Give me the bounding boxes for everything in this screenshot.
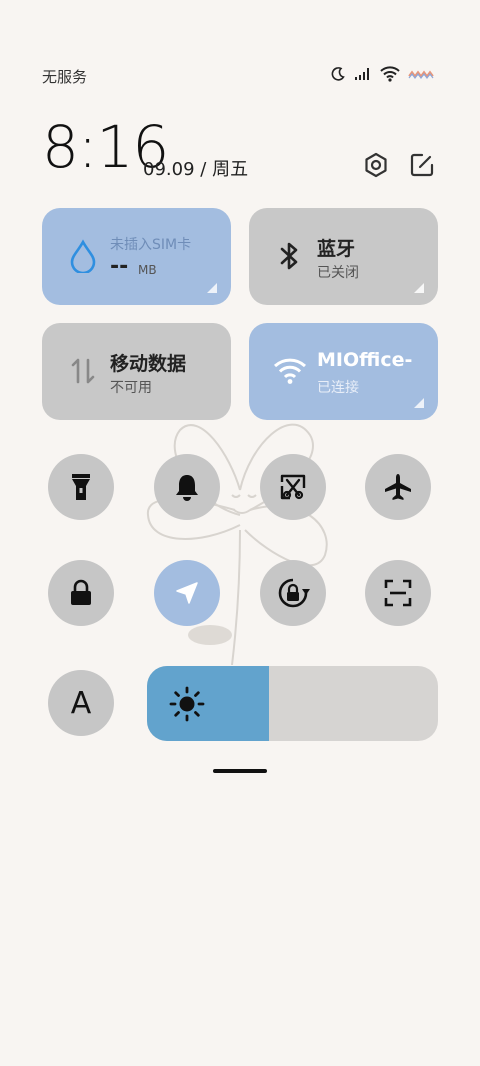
- settings-icon: [365, 152, 387, 178]
- signal-icon: [354, 67, 372, 81]
- airplane-mode-toggle[interactable]: [365, 454, 431, 520]
- mobile-data-tile[interactable]: 移动数据 不可用: [42, 323, 231, 420]
- bluetooth-title: 蓝牙: [317, 238, 356, 260]
- drawer-handle[interactable]: [213, 769, 267, 773]
- data-usage-tile[interactable]: 未插入SIM卡 -- MB: [42, 208, 231, 305]
- status-icons: [330, 66, 434, 82]
- lock-screen-toggle[interactable]: [48, 560, 114, 626]
- flashlight-toggle[interactable]: [48, 454, 114, 520]
- wifi-network-name: MIOffice-: [317, 349, 413, 371]
- expand-corner-icon: [414, 398, 424, 408]
- expand-corner-icon: [414, 283, 424, 293]
- brightness-fill: [147, 666, 270, 741]
- water-drop-icon: [66, 238, 100, 274]
- wifi-icon: [273, 353, 307, 389]
- data-arrows-icon: [66, 353, 100, 389]
- bluetooth-icon: [273, 238, 307, 274]
- wifi-status: 已连接: [317, 380, 359, 396]
- location-toggle[interactable]: [154, 560, 220, 626]
- font-button-label: A: [70, 685, 92, 721]
- carrier-label: 无服务: [42, 68, 88, 86]
- date-separator: /: [200, 159, 207, 180]
- expand-corner-icon: [207, 283, 217, 293]
- mobile-data-title: 移动数据: [110, 353, 187, 375]
- screenshot-toggle[interactable]: [260, 454, 326, 520]
- wifi-tile[interactable]: MIOffice- 已连接: [249, 323, 438, 420]
- moon-icon: [330, 66, 346, 82]
- screenshot-icon: [280, 474, 306, 500]
- settings-button[interactable]: [359, 148, 393, 182]
- edit-icon: [410, 153, 434, 177]
- lock-icon: [71, 579, 91, 605]
- scan-icon: [384, 579, 412, 607]
- date-label: 09.09: [143, 159, 195, 180]
- mobile-data-status: 不可用: [110, 380, 152, 396]
- brightness-slider[interactable]: [147, 666, 438, 741]
- data-usage-value: --: [110, 254, 129, 279]
- date-line: 09.09 / 周五: [143, 155, 248, 181]
- background-flower-decoration: [146, 423, 328, 665]
- location-icon: [176, 582, 198, 604]
- scanner-toggle[interactable]: [365, 560, 431, 626]
- bluetooth-tile[interactable]: 蓝牙 已关闭: [249, 208, 438, 305]
- wifi-icon: [380, 66, 400, 82]
- weekday-label: 周五: [212, 159, 249, 180]
- bluetooth-status: 已关闭: [317, 265, 359, 281]
- flashlight-icon: [72, 474, 90, 500]
- font-size-button[interactable]: A: [48, 670, 114, 736]
- airplane-icon: [385, 474, 411, 500]
- data-tile-title: 未插入SIM卡: [110, 237, 192, 253]
- data-usage-unit: MB: [138, 263, 157, 277]
- sun-icon: [169, 686, 205, 722]
- bell-icon: [176, 475, 198, 501]
- battery-icon: [408, 69, 434, 79]
- rotation-lock-toggle[interactable]: [260, 560, 326, 626]
- rotation-lock-icon: [278, 578, 310, 608]
- edit-button[interactable]: [405, 148, 439, 182]
- sound-toggle[interactable]: [154, 454, 220, 520]
